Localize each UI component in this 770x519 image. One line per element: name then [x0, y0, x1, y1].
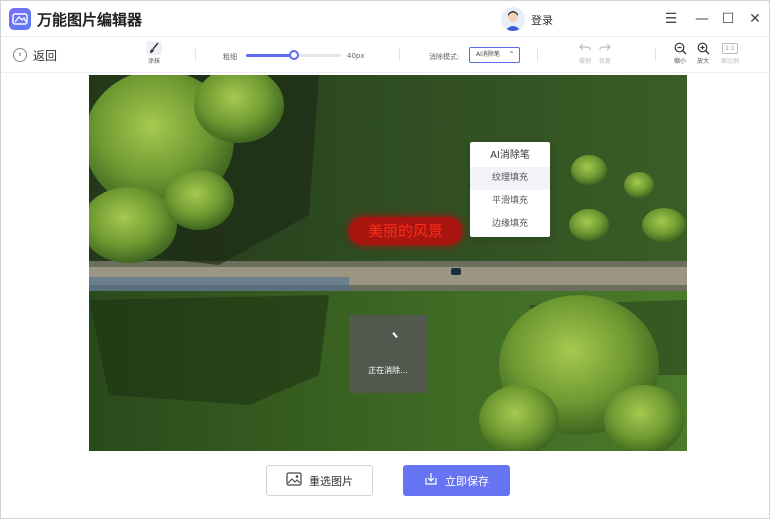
loading-spinner-icon: [392, 332, 398, 338]
maximize-button[interactable]: ☐: [718, 9, 738, 29]
image-icon: [286, 472, 302, 489]
editing-canvas: 美丽的风景 正在消除... AI消除笔 纹理填充 平滑填充 边缘填充: [1, 74, 769, 452]
mode-option-edge-fill[interactable]: 边缘填充: [470, 213, 550, 236]
reselect-image-button[interactable]: 重选图片: [266, 465, 373, 496]
undo-icon: [577, 41, 593, 55]
slider-fill: [246, 54, 294, 57]
size-label: 粗细: [223, 53, 237, 61]
zoom-out-icon: [672, 41, 688, 55]
overlay-text-region[interactable]: 美丽的风景: [349, 217, 462, 245]
app-title: 万能图片编辑器: [37, 11, 143, 29]
mode-selected-value: AI消除笔: [476, 51, 500, 58]
zoom-in-button[interactable]: 放大: [695, 41, 711, 65]
chevron-up-icon: ^: [508, 51, 514, 58]
erasing-progress-overlay: 正在消除...: [349, 315, 427, 393]
redo-label: 恢复: [598, 58, 611, 65]
progress-message: 正在消除...: [368, 366, 408, 375]
brush-size-slider[interactable]: [246, 50, 341, 60]
editor-toolbar: ‹ 返回 涂抹 粗细 40px 消除模式: AI消除笔 ^ 撤销 恢复 缩小 放…: [1, 37, 769, 73]
erase-mode-select[interactable]: AI消除笔 ^: [469, 47, 520, 63]
toolbar-divider: [399, 49, 400, 61]
mode-option-smooth-fill[interactable]: 平滑填充: [470, 190, 550, 213]
zoom-out-label: 缩小: [673, 58, 686, 65]
size-value: 40px: [347, 52, 365, 60]
redo-button[interactable]: 恢复: [597, 41, 613, 65]
app-window: 万能图片编辑器 登录 ☰ — ☐ ✕ ‹ 返回 涂抹 粗细 40px 消除模式:…: [0, 0, 770, 519]
user-avatar-icon[interactable]: [501, 7, 525, 31]
save-label: 立即保存: [445, 474, 489, 488]
title-bar: 万能图片编辑器 登录 ☰ — ☐ ✕: [1, 1, 769, 37]
brush-label: 涂抹: [147, 58, 160, 65]
back-button[interactable]: ‹ 返回: [13, 47, 57, 63]
toolbar-divider: [655, 49, 656, 61]
close-button[interactable]: ✕: [745, 9, 765, 29]
landscape-photo[interactable]: [89, 75, 687, 451]
brush-icon: [146, 41, 162, 55]
mode-option-ai-eraser[interactable]: AI消除笔: [470, 144, 550, 167]
redo-icon: [597, 41, 613, 55]
menu-icon[interactable]: ☰: [661, 9, 681, 29]
slider-handle[interactable]: [288, 50, 299, 60]
back-label: 返回: [33, 48, 58, 63]
toolbar-divider: [195, 49, 196, 61]
download-icon: [424, 472, 438, 489]
zoom-in-label: 放大: [696, 58, 709, 65]
minimize-button[interactable]: —: [692, 9, 712, 29]
mode-label: 消除模式:: [429, 53, 460, 61]
original-ratio-button[interactable]: 1:1 原比例: [721, 41, 739, 65]
erase-mode-dropdown: AI消除笔 纹理填充 平滑填充 边缘填充: [470, 142, 550, 237]
undo-button[interactable]: 撤销: [577, 41, 593, 65]
undo-label: 撤销: [578, 58, 591, 65]
original-ratio-label: 原比例: [721, 58, 740, 65]
brush-tool-button[interactable]: 涂抹: [146, 41, 162, 65]
chevron-left-icon: ‹: [13, 48, 27, 62]
save-now-button[interactable]: 立即保存: [403, 465, 510, 496]
ratio-badge: 1:1: [722, 42, 738, 54]
reselect-label: 重选图片: [309, 474, 353, 488]
zoom-in-icon: [695, 41, 711, 55]
toolbar-divider: [537, 49, 538, 61]
login-link[interactable]: 登录: [531, 12, 553, 28]
zoom-out-button[interactable]: 缩小: [672, 41, 688, 65]
app-logo-icon: [9, 8, 31, 30]
mode-option-texture-fill[interactable]: 纹理填充: [470, 167, 550, 190]
